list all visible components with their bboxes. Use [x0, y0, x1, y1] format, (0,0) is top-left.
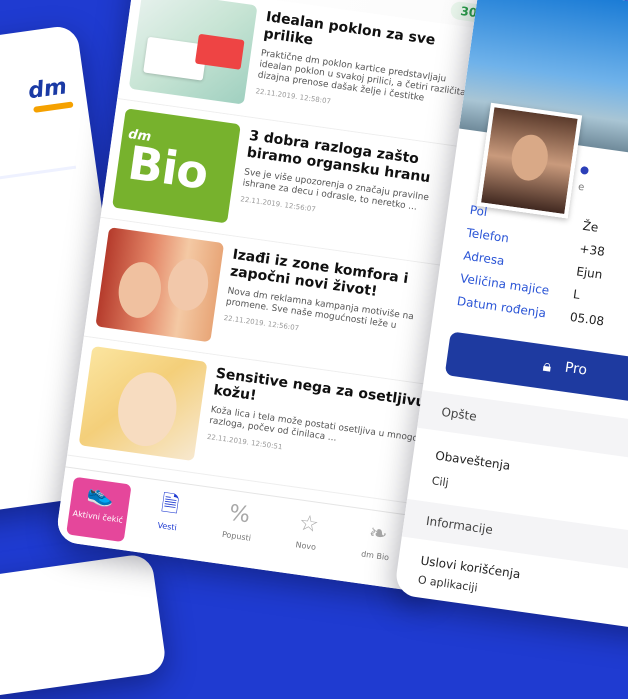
- button-label: Pro: [563, 359, 589, 379]
- news-thumbnail-skin: [78, 345, 208, 462]
- content-placeholder: [0, 165, 77, 182]
- tab-news[interactable]: 🗎 Vesti: [135, 486, 201, 552]
- about-row[interactable]: O aplikaciji: [417, 573, 478, 594]
- logo-underline: [33, 101, 74, 113]
- face-image: [508, 132, 551, 183]
- face-image: [164, 256, 212, 314]
- field-label: Datum rođenja: [456, 294, 547, 321]
- field-value: 05.08: [569, 309, 606, 329]
- face-image: [113, 368, 182, 450]
- profile-field-gender: Pol Že: [468, 203, 599, 235]
- field-value: +38: [578, 241, 606, 259]
- face-image: [115, 259, 165, 321]
- profile-email: e: [577, 181, 585, 194]
- notifications-row[interactable]: Obaveštenja: [434, 448, 511, 472]
- thumb-bio-text: Bio: [124, 135, 211, 200]
- bottom-left-phone-screen: [0, 552, 168, 699]
- profile-field-phone: Telefon +38: [464, 226, 606, 259]
- profile-field-address: Adresa Ejun: [461, 248, 604, 281]
- profile-name-marker: [580, 165, 590, 175]
- lock-icon: 🔒︎: [541, 355, 553, 376]
- field-value: L: [572, 287, 581, 302]
- avatar: [476, 102, 583, 219]
- dm-logo: dm: [26, 74, 69, 105]
- gift-card-image-red: [194, 33, 245, 70]
- news-thumbnail-gift: [128, 0, 258, 105]
- tab-new[interactable]: ☆ Novo: [274, 506, 340, 572]
- tab-active-promo[interactable]: 👟 Aktivni čekić: [66, 476, 132, 543]
- news-thumbnail-dm-bio: dm Bio: [112, 108, 241, 224]
- profile-field-birth-date: Datum rođenja 05.08: [455, 294, 605, 329]
- news-thumbnail-women: [95, 227, 225, 343]
- notifications-value: Cilj: [430, 474, 450, 490]
- profile-fields: Pol Že Telefon +38 Adresa Ejun Veličina …: [455, 203, 606, 329]
- profile-field-shirt-size: Veličina majice L: [458, 271, 580, 302]
- field-value: Že: [581, 218, 600, 235]
- tab-discounts[interactable]: % Popusti: [205, 496, 271, 562]
- field-value: Ejun: [575, 264, 604, 282]
